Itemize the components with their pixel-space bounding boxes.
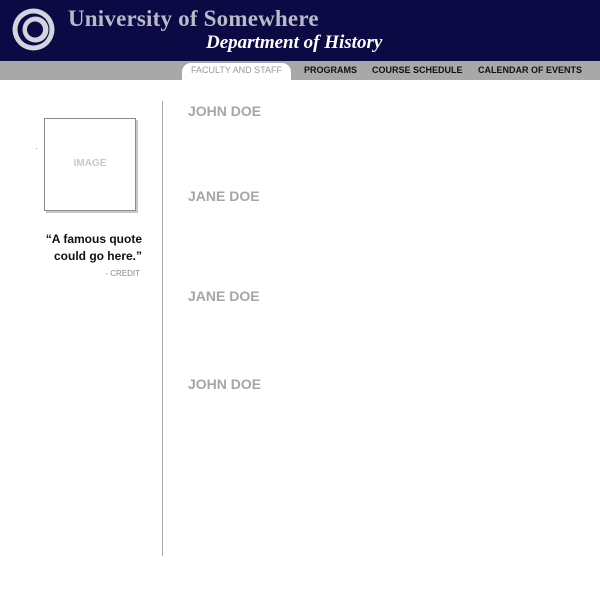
staff-name[interactable]: JANE DOE <box>188 288 260 304</box>
site-header: University of Somewhere Department of Hi… <box>0 0 600 61</box>
famous-quote: “A famous quote could go here.” <box>20 231 142 265</box>
main-nav: FACULTY AND STAFF PROGRAMS COURSE SCHEDU… <box>0 61 600 80</box>
nav-faculty-and-staff[interactable]: FACULTY AND STAFF <box>182 63 291 80</box>
quote-credit: - CREDIT <box>105 269 140 278</box>
staff-name[interactable]: JANE DOE <box>188 188 260 204</box>
department-title: Department of History <box>206 32 383 53</box>
vertical-divider <box>162 101 163 556</box>
image-placeholder-label: IMAGE <box>73 158 107 169</box>
quote-line-2: could go here.” <box>53 249 142 263</box>
ring-logo-icon[interactable] <box>12 8 55 51</box>
staff-name[interactable]: JOHN DOE <box>188 376 261 392</box>
university-title: University of Somewhere <box>68 6 319 31</box>
image-placeholder: IMAGE <box>44 118 136 211</box>
nav-programs[interactable]: PROGRAMS <box>304 61 357 80</box>
nav-course-schedule[interactable]: COURSE SCHEDULE <box>372 61 463 80</box>
staff-name[interactable]: JOHN DOE <box>188 103 261 119</box>
quote-line-1: “A famous quote <box>45 232 142 246</box>
decorative-dot <box>36 148 37 149</box>
nav-calendar-of-events[interactable]: CALENDAR OF EVENTS <box>478 61 582 80</box>
